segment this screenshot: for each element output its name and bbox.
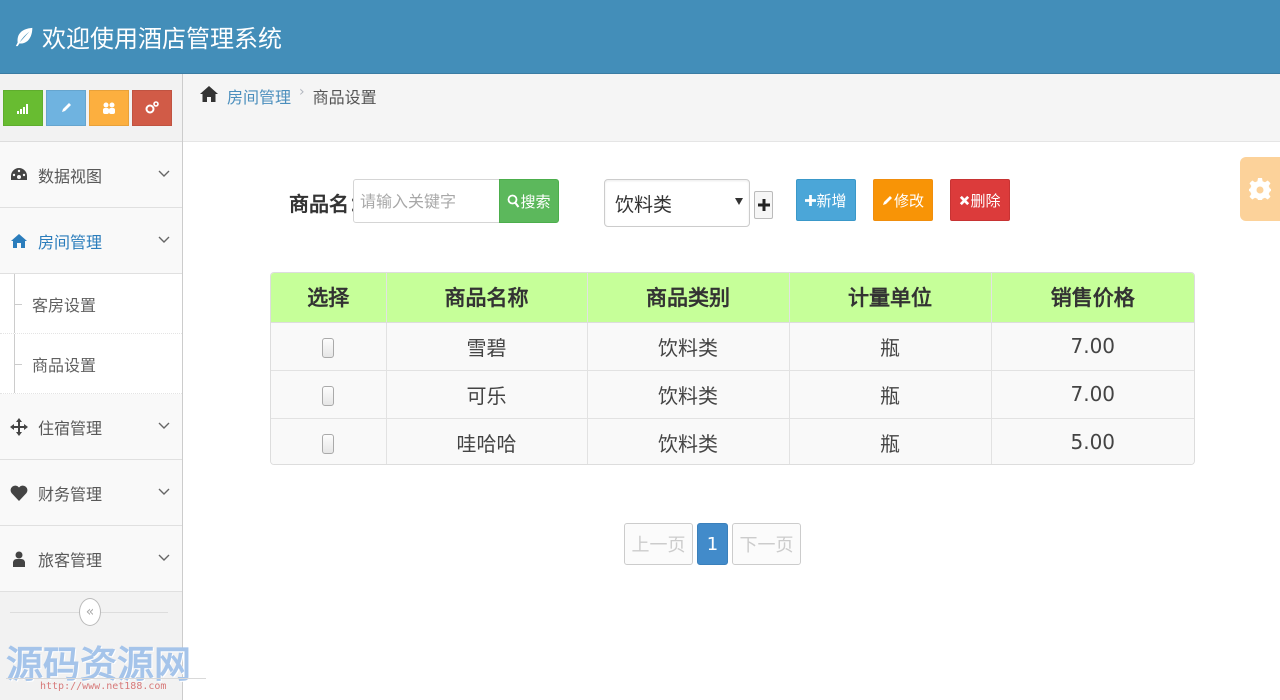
- pencil-icon: [62, 102, 71, 112]
- col-header-category: 商品类别: [587, 273, 790, 323]
- col-header-price: 销售价格: [991, 273, 1194, 323]
- cell-name: 雪碧: [386, 322, 588, 371]
- sidebar-item-label: 房间管理: [38, 232, 103, 252]
- sidebar-item-label: 数据视图: [38, 166, 103, 186]
- settings-toggle-button[interactable]: [1240, 157, 1280, 221]
- cell-category: 饮料类: [587, 322, 790, 371]
- col-header-select: 选择: [271, 273, 387, 323]
- cell-unit: 瓶: [789, 370, 992, 419]
- shortcut-settings-button[interactable]: [132, 89, 172, 126]
- col-header-unit: 计量单位: [789, 273, 992, 323]
- cell-price: 7.00: [991, 322, 1194, 371]
- sidebar-item-label: 旅客管理: [38, 550, 103, 570]
- breadcrumb: 房间管理 › 商品设置: [183, 74, 1280, 142]
- row-checkbox[interactable]: [322, 385, 335, 406]
- search-input[interactable]: [353, 179, 501, 223]
- group-icon: [103, 102, 115, 114]
- cell-price: 7.00: [991, 370, 1194, 419]
- user-icon: [8, 548, 30, 570]
- row-checkbox[interactable]: [322, 337, 335, 358]
- home-icon: [8, 230, 30, 252]
- breadcrumb-current: 商品设置: [312, 88, 377, 107]
- app-title[interactable]: 欢迎使用酒店管理系统: [42, 19, 282, 54]
- sidebar-collapse-row: «: [0, 590, 182, 634]
- table-row[interactable]: 可乐 饮料类 瓶 7.00: [271, 370, 1194, 419]
- shortcut-users-button[interactable]: [89, 89, 129, 126]
- move-icon: [8, 416, 30, 438]
- category-select[interactable]: 饮料类: [604, 179, 750, 227]
- sidebar-subitem-label: 客房设置: [32, 295, 97, 315]
- table-header-row: 选择 商品名称 商品类别 计量单位 销售价格: [271, 273, 1194, 323]
- cell-unit: 瓶: [789, 418, 992, 464]
- plus-icon: [757, 199, 770, 211]
- cogs-icon: [145, 100, 159, 113]
- sidebar-item-finance-management[interactable]: 财务管理: [0, 460, 182, 526]
- sidebar-item-label: 住宿管理: [38, 418, 103, 438]
- signal-icon: [17, 103, 28, 114]
- search-icon: [508, 194, 520, 208]
- shortcut-edit-button[interactable]: [46, 89, 86, 126]
- pagination-page-1[interactable]: 1: [697, 523, 728, 565]
- cell-category: 饮料类: [587, 370, 790, 419]
- sidebar-subitem-room-settings[interactable]: 客房设置: [0, 274, 182, 334]
- close-icon: [960, 195, 970, 205]
- sidebar-subitem-label: 商品设置: [32, 355, 97, 375]
- chevron-down-icon: [158, 422, 170, 429]
- search-button[interactable]: 搜索: [499, 179, 559, 223]
- chevron-down-icon: [158, 170, 170, 177]
- sidebar-item-room-management[interactable]: 房间管理: [0, 208, 182, 274]
- cell-unit: 瓶: [789, 322, 992, 371]
- delete-button-label: 删除: [970, 191, 1001, 210]
- breadcrumb-room-management-link[interactable]: 房间管理: [227, 84, 291, 108]
- table-row[interactable]: 哇哈哈 饮料类 瓶 5.00: [271, 418, 1194, 464]
- cell-name: 哇哈哈: [386, 418, 588, 464]
- leaf-icon: [15, 27, 33, 46]
- sidebar-collapse-button[interactable]: «: [79, 598, 101, 626]
- delete-button[interactable]: 删除: [950, 179, 1010, 221]
- add-button[interactable]: 新增: [796, 179, 856, 221]
- shortcut-stats-button[interactable]: [3, 89, 43, 126]
- plus-icon: [805, 194, 817, 206]
- add-category-button[interactable]: [754, 191, 773, 219]
- sidebar-subitem-product-settings[interactable]: 商品设置: [0, 334, 182, 394]
- sidebar-item-lodging-management[interactable]: 住宿管理: [0, 394, 182, 460]
- table-row[interactable]: 雪碧 饮料类 瓶 7.00: [271, 322, 1194, 371]
- gear-icon: [1249, 178, 1271, 200]
- cell-name: 可乐: [386, 370, 588, 419]
- pagination-prev-button[interactable]: 上一页: [624, 523, 693, 565]
- add-button-label: 新增: [816, 191, 847, 210]
- caret-down-icon: [735, 198, 743, 205]
- pencil-icon: [882, 196, 892, 205]
- pagination-next-button[interactable]: 下一页: [732, 523, 801, 565]
- heart-icon: [8, 482, 30, 504]
- dashboard-icon: [8, 164, 30, 186]
- product-table: 选择 商品名称 商品类别 计量单位 销售价格 雪碧 饮料类 瓶 7.00 可乐 …: [270, 272, 1195, 465]
- chevron-down-icon: [158, 488, 170, 495]
- cell-category: 饮料类: [587, 418, 790, 464]
- edit-button[interactable]: 修改: [873, 179, 933, 221]
- chevron-down-icon: [158, 236, 170, 243]
- sidebar-shortcuts: [0, 74, 182, 142]
- chevron-down-icon: [158, 554, 170, 561]
- edit-button-label: 修改: [893, 191, 924, 210]
- sidebar-item-label: 财务管理: [38, 484, 103, 504]
- sidebar-item-guest-management[interactable]: 旅客管理: [0, 526, 182, 592]
- watermark-text: 源码资源网: [6, 643, 191, 686]
- cell-price: 5.00: [991, 418, 1194, 464]
- top-navbar: 欢迎使用酒店管理系统: [0, 0, 1280, 74]
- home-icon: [200, 86, 218, 102]
- category-select-value: 饮料类: [615, 193, 673, 216]
- breadcrumb-separator: ›: [299, 84, 305, 100]
- col-header-name: 商品名称: [386, 273, 588, 323]
- double-left-icon: «: [85, 604, 95, 620]
- sidebar-item-dashboard[interactable]: 数据视图: [0, 142, 182, 208]
- row-checkbox[interactable]: [322, 433, 335, 454]
- search-button-label: 搜索: [520, 192, 551, 211]
- watermark-url: http://www.net188.com: [40, 681, 167, 692]
- sidebar: 数据视图 房间管理 客房设置 商品设置 住宿管理 财务管理 旅客管理 «: [0, 74, 183, 700]
